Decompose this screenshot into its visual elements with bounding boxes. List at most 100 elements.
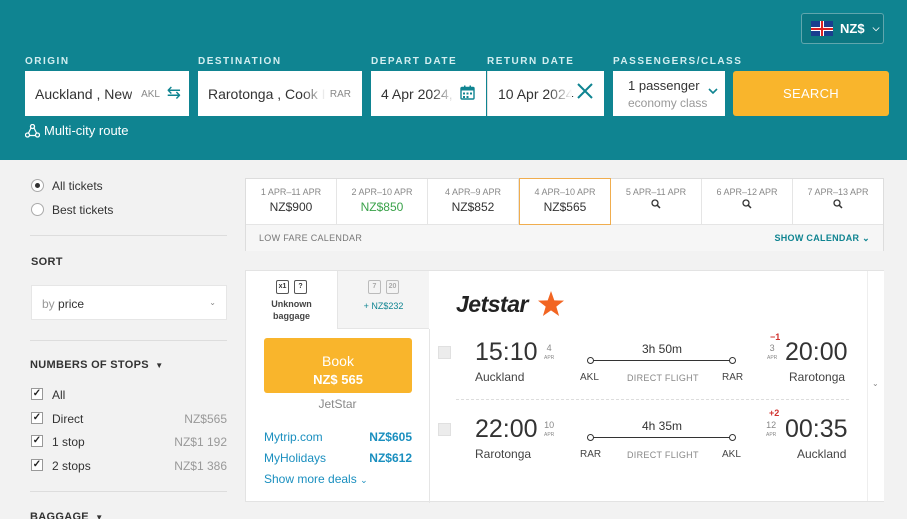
stops-1-price: NZ$1 192 <box>174 435 227 449</box>
departure-city: Auckland <box>475 370 525 384</box>
depart-label: DEPART DATE <box>371 56 458 67</box>
search-button[interactable]: SEARCH <box>733 71 889 116</box>
search-icon <box>793 199 883 212</box>
departure-city: Rarotonga <box>475 447 532 461</box>
calendar-dates: 4 APR–9 APR <box>444 187 502 197</box>
baggage-tab-unknown[interactable]: x1 ? Unknown baggage <box>246 271 337 329</box>
flight-duration: 4h 35m <box>641 419 683 433</box>
chevron-down-icon: ⌄ <box>872 379 879 388</box>
seller-name: JetStar <box>318 397 357 411</box>
departure-month: APR <box>544 355 555 361</box>
calendar-dates: 5 APR–11 APR <box>625 187 687 197</box>
calendar-cell[interactable]: 2 APR–10 APR NZ$850 <box>337 179 428 224</box>
divider <box>30 491 227 492</box>
divider <box>30 235 227 236</box>
search-icon <box>611 199 701 212</box>
airline-logo: Jetstar <box>456 291 528 317</box>
stops-2-label: 2 stops <box>52 459 91 473</box>
depart-date-field[interactable]: 4 Apr 2024, <box>371 71 486 116</box>
stops-heading-label: NUMBERS OF STOPS <box>30 359 149 371</box>
deal-link[interactable]: Mytrip.com <box>264 430 323 444</box>
arrival-code: AKL <box>722 449 741 460</box>
chevron-down-icon: ⌵ <box>872 23 880 33</box>
airline-star-icon <box>538 291 564 316</box>
calendar-icon[interactable] <box>460 85 475 105</box>
stops-1-label: 1 stop <box>52 435 85 449</box>
divider <box>30 340 227 341</box>
calendar-price: NZ$852 <box>451 200 495 214</box>
multi-city-label: Multi-city route <box>44 123 129 138</box>
sort-prefix: by <box>42 297 55 311</box>
destination-field[interactable]: Rarotonga , Cook I RAR <box>198 71 362 116</box>
best-tickets-radio[interactable] <box>31 203 44 216</box>
arrival-time: 00:35 <box>785 415 848 443</box>
caret-down-icon: ▼ <box>155 361 164 370</box>
return-label: RETURN DATE <box>487 56 575 67</box>
return-date-field[interactable]: 10 Apr 2024 <box>487 71 604 116</box>
origin-code: AKL <box>141 89 160 100</box>
origin-value: Auckland , New <box>35 85 133 102</box>
search-icon <box>702 199 792 212</box>
calendar-cell[interactable]: 1 APR–11 APR NZ$900 <box>246 179 337 224</box>
show-calendar-link[interactable]: SHOW CALENDAR ⌄ <box>774 233 870 244</box>
all-tickets-label[interactable]: All tickets <box>52 179 103 193</box>
leg-select-checkbox[interactable] <box>438 346 451 359</box>
flight-type: DIRECT FLIGHT <box>627 373 699 383</box>
stops-2-price: NZ$1 386 <box>174 459 227 473</box>
destination-code: RAR <box>329 89 351 100</box>
currency-label: NZ$ <box>840 21 865 36</box>
baggage-heading[interactable]: BAGGAGE ▼ <box>30 511 104 519</box>
calendar-dates: 7 APR–13 APR <box>807 187 869 197</box>
fare-calendar: 1 APR–11 APR NZ$900 2 APR–10 APR NZ$850 … <box>245 178 884 251</box>
stops-direct-checkbox[interactable]: ✓ <box>31 412 43 424</box>
departure-month: APR <box>544 432 555 438</box>
baggage-heading-label: BAGGAGE <box>30 511 89 519</box>
cabin-bag-icon: x1 <box>276 280 289 294</box>
checked-bag-icon: 20 <box>386 280 399 294</box>
expand-ticket-button[interactable]: ⌄ <box>867 271 884 501</box>
show-calendar-label: SHOW CALENDAR <box>774 233 860 243</box>
search-header: NZ$ ⌵ ORIGIN Auckland , New AKL ⇆ DESTIN… <box>0 0 907 160</box>
stops-1-checkbox[interactable]: ✓ <box>31 435 43 447</box>
cabin-bag-icon: 7 <box>368 280 381 294</box>
baggage-extra-price: + NZ$232 <box>363 301 404 311</box>
arrival-day: 12 <box>766 420 777 430</box>
departure-day: 10 <box>544 420 555 430</box>
show-more-deals-link[interactable]: Show more deals ⌄ <box>264 472 368 486</box>
stops-heading[interactable]: NUMBERS OF STOPS ▼ <box>30 359 163 371</box>
deal-price[interactable]: NZ$612 <box>367 451 412 465</box>
deal-price[interactable]: NZ$605 <box>367 430 412 444</box>
arrival-city: Rarotonga <box>789 370 846 384</box>
deal-link[interactable]: MyHolidays <box>264 451 326 465</box>
passengers-selector[interactable]: 1 passenger economy class <box>613 71 725 116</box>
close-icon[interactable] <box>577 83 593 104</box>
stops-direct-label: Direct <box>52 412 84 426</box>
all-tickets-radio[interactable] <box>31 179 44 192</box>
arrival-month: APR <box>766 432 777 438</box>
route-line <box>591 437 733 438</box>
departure-time: 15:10 <box>475 338 538 366</box>
chevron-down-icon: ⌄ <box>360 475 368 485</box>
stops-direct-price: NZ$565 <box>184 412 227 426</box>
calendar-cell[interactable]: 5 APR–11 APR <box>611 179 702 224</box>
stops-2-checkbox[interactable]: ✓ <box>31 459 43 471</box>
leg-select-checkbox[interactable] <box>438 423 451 436</box>
book-label: Book <box>322 353 354 369</box>
multi-city-link[interactable]: Multi-city route <box>25 123 129 138</box>
swap-icon[interactable]: ⇆ <box>167 83 181 103</box>
book-button[interactable]: Book NZ$ 565 <box>264 338 412 393</box>
arrival-time: 20:00 <box>785 338 848 366</box>
currency-selector[interactable]: NZ$ ⌵ <box>801 13 884 44</box>
calendar-cell[interactable]: 6 APR–12 APR <box>702 179 793 224</box>
calendar-cell[interactable]: 4 APR–9 APR NZ$852 <box>428 179 519 224</box>
best-tickets-label[interactable]: Best tickets <box>52 203 113 217</box>
arrival-code: RAR <box>722 372 744 383</box>
calendar-cell-selected[interactable]: 4 APR–10 APR NZ$565 <box>519 178 611 225</box>
ticket-card: x1 ? Unknown baggage 7 20 + NZ$232 Book … <box>245 270 884 503</box>
calendar-cell[interactable]: 7 APR–13 APR <box>793 179 883 224</box>
baggage-tab-extra[interactable]: 7 20 + NZ$232 <box>337 271 429 329</box>
stops-all-checkbox[interactable]: ✓ <box>31 388 43 400</box>
sort-select[interactable]: by price ⌄ <box>31 285 227 320</box>
origin-field[interactable]: Auckland , New AKL ⇆ <box>25 71 189 116</box>
route-line <box>591 360 733 361</box>
